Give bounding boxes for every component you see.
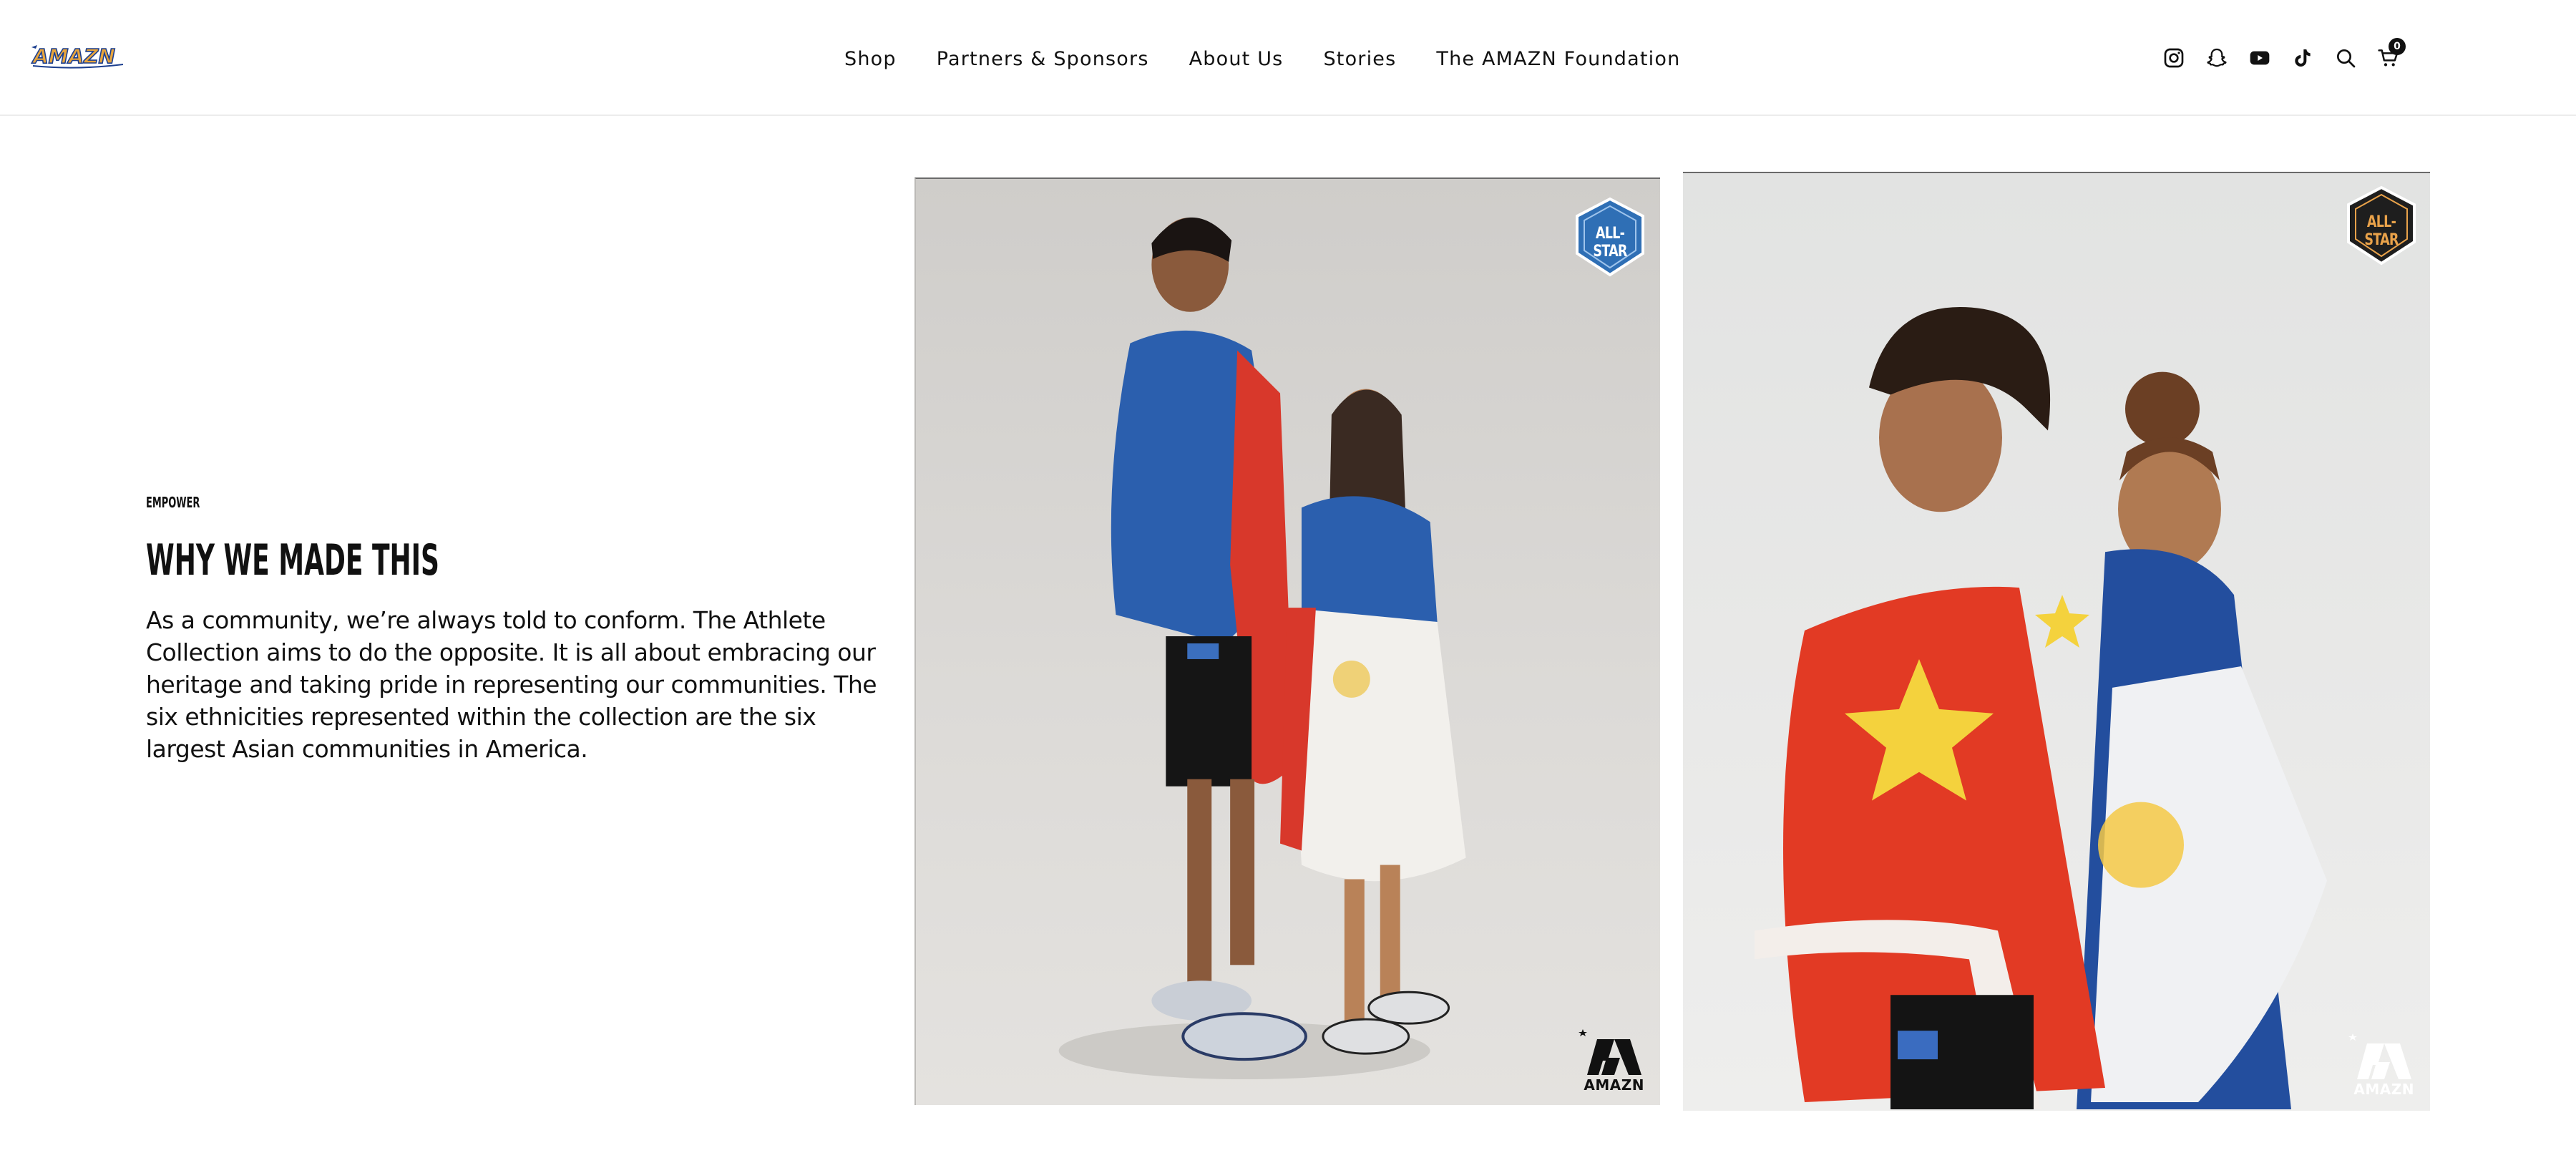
logo-mark: AMAZN <box>31 44 124 69</box>
section-heading: WHY WE MADE THIS <box>146 535 439 585</box>
cart-button[interactable]: 0 <box>2376 38 2406 71</box>
nav-shop[interactable]: Shop <box>844 48 897 70</box>
section-body: As a community, we’re always told to con… <box>146 606 877 763</box>
search-icon[interactable] <box>2333 45 2358 71</box>
all-star-badge: ALL-STAR <box>2344 185 2419 266</box>
all-star-badge: ALL-STAR <box>1573 196 1647 278</box>
nav-partners-sponsors[interactable]: Partners & Sponsors <box>937 48 1149 70</box>
nav-amazn-foundation[interactable]: The AMAZN Foundation <box>1436 48 1680 70</box>
main-nav: Shop Partners & Sponsors About Us Storie… <box>844 43 1680 74</box>
cart-count-badge: 0 <box>2389 38 2406 55</box>
amazn-watermark: AMAZN <box>2343 1029 2414 1099</box>
photo-2-scene <box>1755 307 2327 1110</box>
brand-wordmark: AMAZN <box>2353 1081 2414 1098</box>
snapchat-icon[interactable] <box>2204 45 2230 71</box>
section-eyebrow: EMPOWER <box>146 494 200 511</box>
badge-label: ALL-STAR <box>1593 225 1627 261</box>
amazn-watermark: AMAZN <box>1573 1025 1644 1095</box>
logo-text: AMAZN <box>31 44 115 68</box>
youtube-icon[interactable] <box>2247 45 2273 71</box>
athlete-photo-2: ALL-STAR AMAZN <box>1683 172 2430 1111</box>
nav-stories[interactable]: Stories <box>1323 48 1396 70</box>
site-logo[interactable]: AMAZN <box>29 42 129 72</box>
tiktok-icon[interactable] <box>2290 45 2316 71</box>
instagram-icon[interactable] <box>2161 45 2187 71</box>
nav-about-us[interactable]: About Us <box>1189 48 1284 70</box>
badge-label: ALL-STAR <box>2364 213 2399 249</box>
brand-wordmark: AMAZN <box>1584 1076 1644 1094</box>
story-text-block: EMPOWER WHY WE MADE THIS As a community,… <box>146 494 887 765</box>
athlete-photo-1: ALL-STAR AMAZN <box>914 177 1660 1105</box>
header-actions: 0 <box>2161 38 2406 76</box>
photo-1-scene <box>1058 217 1466 1080</box>
site-header: AMAZN Shop Partners & Sponsors About Us … <box>0 0 2576 116</box>
